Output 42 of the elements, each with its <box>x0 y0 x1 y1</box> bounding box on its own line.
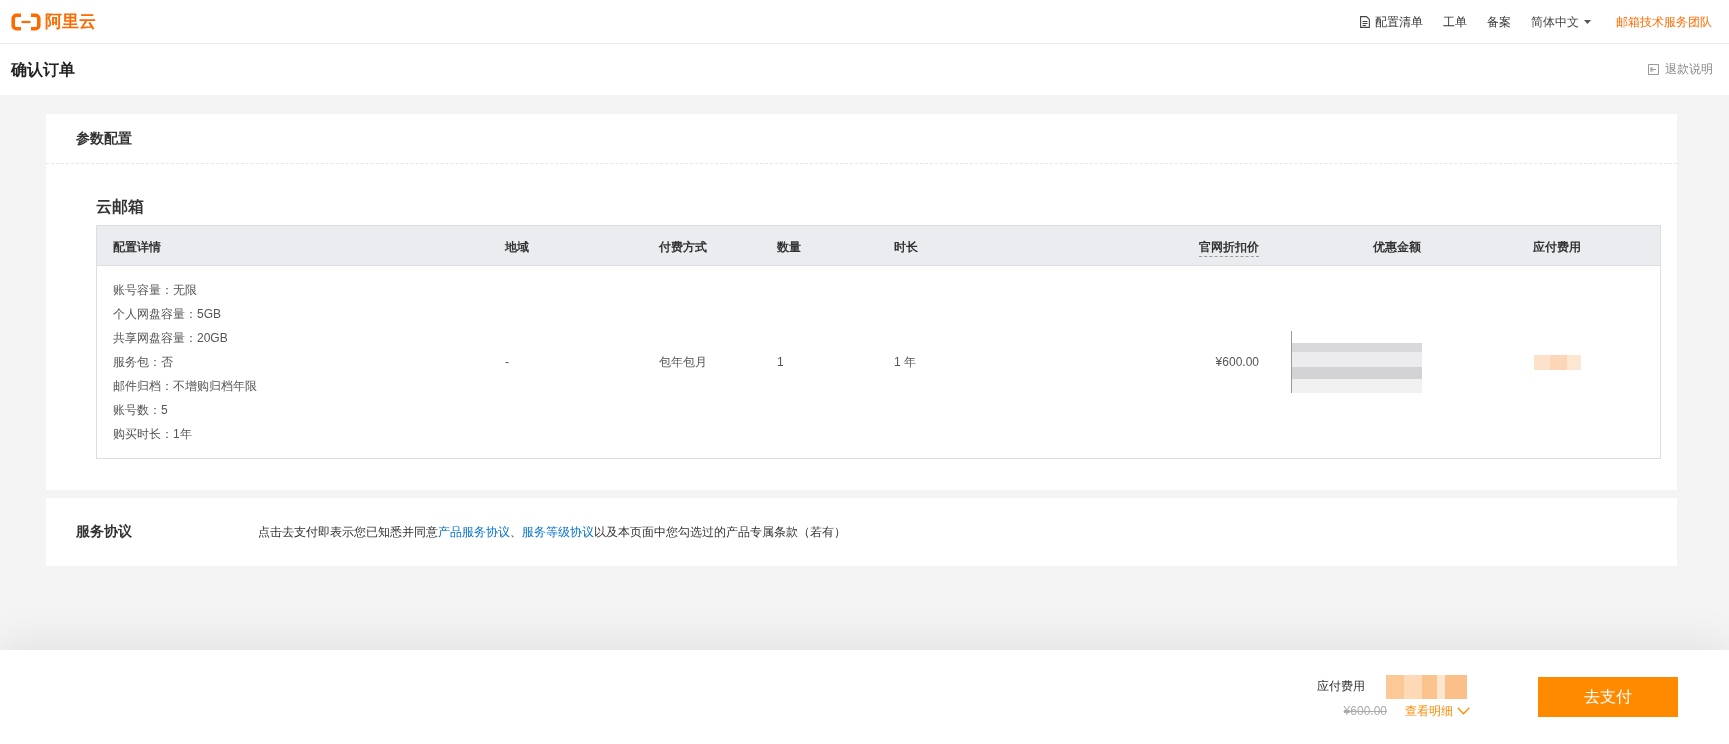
nav-link[interactable]: 备案 <box>1487 13 1511 30</box>
caret-down-icon <box>1584 19 1591 24</box>
logo-icon <box>11 12 41 31</box>
blurred-block <box>1533 354 1581 370</box>
column-header: 应付费用 <box>1533 239 1581 254</box>
column-header: 优惠金额 <box>1373 239 1421 254</box>
chevron-down-icon <box>1457 707 1470 715</box>
card-title: 参数配置 <box>76 129 132 148</box>
agreement-text: 点击去支付即表示您已知悉并同意产品服务协议、服务等级协议以及本页面中您勾选过的产品专属条款（若有） <box>258 524 846 541</box>
original-price: ¥600.00 <box>1343 704 1387 718</box>
region-text: - <box>505 354 509 371</box>
spec-line: 账号容量：无限 <box>113 282 197 299</box>
column-header: 官网折扣价 <box>1199 239 1259 257</box>
spec-line: 个人网盘容量：5GB <box>113 306 221 323</box>
page-title: 确认订单 <box>11 59 75 80</box>
price-text: ¥600.00 <box>1215 354 1259 371</box>
column-header: 地域 <box>505 239 529 254</box>
duration-text: 1 年 <box>894 354 916 371</box>
column-header: 配置详情 <box>113 239 161 254</box>
card-title: 服务协议 <box>76 523 133 541</box>
spec-line: 购买时长：1年 <box>113 426 192 443</box>
spec-line: 服务包：否 <box>113 354 173 371</box>
document-icon <box>1360 15 1370 28</box>
refund-link[interactable]: 退款说明 <box>1648 61 1713 78</box>
billing-text: 包年包月 <box>659 354 707 371</box>
spec-line: 邮件归档：不增购归档年限 <box>113 378 257 395</box>
nav-link[interactable]: 简体中文 <box>1531 13 1591 30</box>
agreement-link[interactable]: 产品服务协议 <box>438 525 510 539</box>
column-header: 时长 <box>894 239 918 254</box>
logo-text: 阿里云 <box>45 11 96 32</box>
total-label: 应付费用 <box>1317 678 1365 695</box>
product-name: 云邮箱 <box>96 197 145 217</box>
spec-line: 共享网盘容量：20GB <box>113 330 228 347</box>
column-header: 数量 <box>777 239 801 254</box>
nav-link[interactable]: 配置清单 <box>1360 13 1423 30</box>
spec-line: 账号数：5 <box>113 402 168 419</box>
nav-link[interactable]: 邮箱技术服务团队 <box>1616 13 1712 30</box>
nav-link[interactable]: 工单 <box>1443 13 1467 30</box>
square-arrow-left-icon <box>1648 64 1659 75</box>
quantity-text: 1 <box>777 354 784 371</box>
column-header: 付费方式 <box>659 239 707 254</box>
agreement-link[interactable]: 服务等级协议 <box>522 525 594 539</box>
